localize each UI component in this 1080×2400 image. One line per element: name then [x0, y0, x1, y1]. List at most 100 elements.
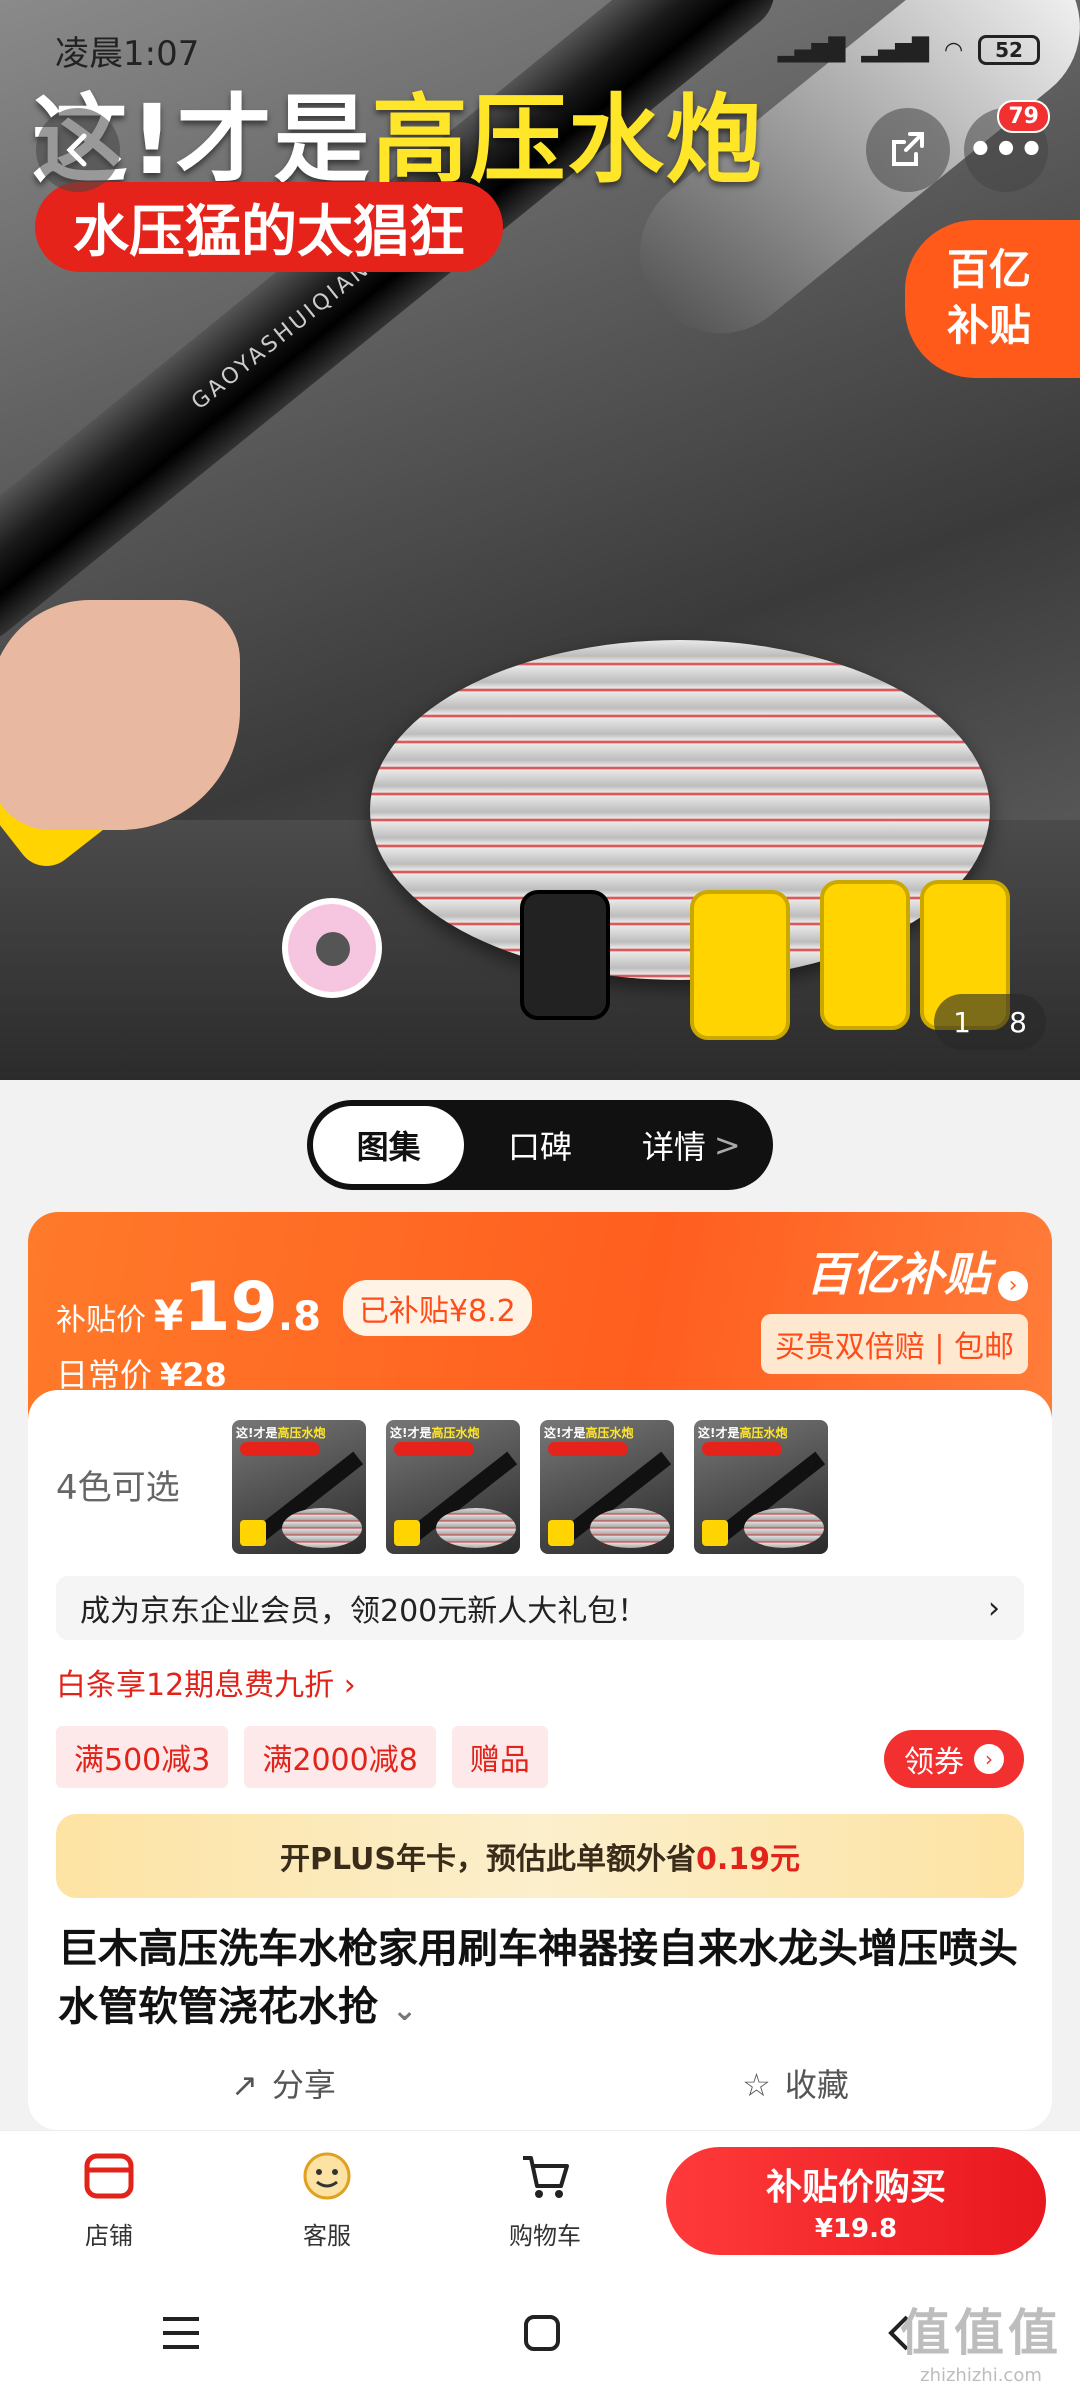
cart-button[interactable]: 购物车: [436, 2150, 654, 2251]
signal2-icon: ▂▄▆█: [861, 37, 930, 63]
menu-icon: [163, 2317, 200, 2349]
action-row: ↗ 分享 ☆ 收藏: [28, 2060, 1052, 2106]
subsidy-tag-line1: 百亿: [947, 245, 1032, 294]
signal-icon: ▂▄▆█: [777, 37, 846, 63]
thumb-title-yellow: 高压水炮: [585, 1426, 634, 1440]
thumb-fitting: [240, 1520, 266, 1546]
status-bar: 凌晨1:07 ▂▄▆█ ▂▄▆█ ◠ 52: [0, 0, 1080, 100]
tab-gallery[interactable]: 图集: [313, 1106, 465, 1184]
gift-item[interactable]: 赠品: [451, 1726, 548, 1788]
product-page: { "status": {"time": "凌晨1:07", "battery"…: [0, 0, 1080, 2400]
variant-thumb[interactable]: 这!才是高压水炮: [694, 1420, 828, 1554]
back-icon: [66, 133, 87, 167]
tab-details-label: 详情: [641, 1128, 706, 1166]
tab-details[interactable]: 详情 >: [616, 1106, 767, 1184]
fitting-yellow-1: [690, 890, 790, 1040]
variant-thumb[interactable]: 这!才是高压水炮: [232, 1420, 366, 1554]
brand-title: 百亿补贴: [806, 1247, 990, 1301]
chevron-down-icon: ⌄: [391, 1993, 418, 2028]
buy-button[interactable]: 补贴价购买 ¥19.8: [666, 2147, 1046, 2255]
price-integer: 19: [183, 1268, 278, 1347]
thumb-title: 这!才是高压水炮: [390, 1424, 480, 1441]
more-button[interactable]: ••• 79: [964, 100, 1050, 192]
menu-nav-button[interactable]: [159, 2313, 203, 2357]
thumb-sub: [548, 1442, 628, 1456]
thumb-hose: [590, 1508, 670, 1548]
service-label: 客服: [303, 2222, 351, 2250]
hero-subline: 水压猛的太猖狂: [35, 182, 503, 272]
price-currency: ¥: [154, 1291, 184, 1340]
chevron-right-icon: ›: [974, 1744, 1004, 1774]
thumb-title: 这!才是高压水炮: [236, 1424, 326, 1441]
member-banner[interactable]: 成为京东企业会员，领200元新人大礼包！ ›: [56, 1576, 1024, 1640]
buy-price: ¥19.8: [814, 2214, 898, 2244]
thumb-sub: [240, 1442, 320, 1456]
coupon-item[interactable]: 满500减3: [56, 1726, 229, 1788]
chevron-right-icon: ›: [988, 1590, 1000, 1626]
cart-icon: [517, 2150, 573, 2202]
home-icon: [523, 2315, 560, 2351]
thumb-title: 这!才是高压水炮: [544, 1424, 634, 1441]
thumb-hose: [282, 1508, 362, 1548]
watermark-url: zhizhizhi.com: [920, 2365, 1042, 2386]
cart-label: 购物车: [509, 2222, 581, 2250]
watermark-text: 值值值: [900, 2304, 1062, 2362]
chevron-right-icon: >: [713, 1126, 741, 1164]
product-title[interactable]: 巨木高压洗车水枪家用刷车神器接自来水龙头增压喷头水管软管浇花水抢 ⌄: [58, 1920, 1038, 2040]
tab-reviews[interactable]: 口碑: [464, 1106, 615, 1184]
thumb-hose: [744, 1508, 824, 1548]
share-top-button[interactable]: [866, 108, 950, 192]
variant-thumb[interactable]: 这!才是高压水炮: [540, 1420, 674, 1554]
image-pager: 1 8: [934, 994, 1046, 1050]
product-info-card: 4色可选 这!才是高压水炮 这!才是高压水炮 这!才是高压水炮 这!才是高压水炮…: [28, 1390, 1052, 2130]
subsidy-price: 补贴价 ¥ 19 .8 已补贴¥8.2: [56, 1268, 532, 1347]
more-icon: •••: [967, 127, 1045, 173]
back-button[interactable]: [36, 108, 120, 192]
thumb-title-white: 这!才是: [698, 1426, 740, 1440]
thumb-title-yellow: 高压水炮: [431, 1426, 480, 1440]
fitting-black: [520, 890, 610, 1020]
thumb-title-yellow: 高压水炮: [739, 1426, 788, 1440]
daily-label: 日常价: [56, 1356, 153, 1394]
coupon-item[interactable]: 满2000减8: [244, 1726, 436, 1788]
plus-text: 开PLUS年卡，预估此单额外省: [279, 1842, 696, 1877]
chevron-right-icon: ›: [998, 1270, 1028, 1301]
battery-icon: 52: [978, 35, 1040, 65]
store-icon: [81, 2150, 137, 2202]
media-tabs: 图集 口碑 详情 >: [307, 1100, 773, 1190]
variants-label[interactable]: 4色可选: [56, 1460, 180, 1509]
headline-yellow: 高压水炮: [371, 84, 764, 196]
watermark: 值值值 zhizhizhi.com: [900, 2293, 1062, 2386]
plus-amount: 0.19元: [695, 1842, 801, 1877]
coupon-list: 满500减3 满2000减8 赠品: [56, 1726, 548, 1788]
service-button[interactable]: 客服: [218, 2150, 436, 2251]
variant-thumb[interactable]: 这!才是高压水炮: [386, 1420, 520, 1554]
share-icon: [892, 132, 924, 166]
thumb-sub: [702, 1442, 782, 1456]
baitiao-offer[interactable]: 白条享12期息费九折 ›: [56, 1660, 356, 1704]
get-coupon-button[interactable]: 领券 ›: [884, 1730, 1024, 1788]
thumb-title: 这!才是高压水炮: [698, 1424, 788, 1441]
favorite-label: 收藏: [784, 2066, 849, 2104]
thumb-fitting: [394, 1520, 420, 1546]
product-title-text: 巨木高压洗车水枪家用刷车神器接自来水龙头增压喷头水管软管浇花水抢: [58, 1926, 1018, 2030]
buy-label: 补贴价购买: [765, 2167, 946, 2208]
share-icon: ↗: [231, 2066, 258, 2104]
brand-sub: 买贵双倍赔 | 包邮: [760, 1314, 1028, 1374]
store-button[interactable]: 店铺: [0, 2150, 218, 2251]
get-coupon-label: 领券: [904, 1745, 964, 1780]
status-icons: ▂▄▆█ ▂▄▆█ ◠ 52: [778, 35, 1040, 65]
favorite-button[interactable]: ☆ 收藏: [742, 2060, 849, 2106]
star-icon: ☆: [742, 2066, 771, 2104]
thumb-sub: [394, 1442, 474, 1456]
home-nav-button[interactable]: [522, 2313, 562, 2357]
service-icon: [299, 2150, 355, 2202]
hand: [0, 600, 240, 830]
price-decimal: .8: [277, 1294, 321, 1340]
price-label: 补贴价: [56, 1303, 146, 1338]
plus-banner[interactable]: 开PLUS年卡，预估此单额外省 0.19元: [56, 1814, 1024, 1898]
subsidy-brand[interactable]: 百亿补贴 › 买贵双倍赔 | 包邮: [760, 1238, 1028, 1374]
bottom-action-bar: 店铺 客服 购物车 补贴价购买 ¥19.8: [0, 2130, 1080, 2270]
share-button[interactable]: ↗ 分享: [231, 2060, 336, 2106]
thumb-fitting: [548, 1520, 574, 1546]
